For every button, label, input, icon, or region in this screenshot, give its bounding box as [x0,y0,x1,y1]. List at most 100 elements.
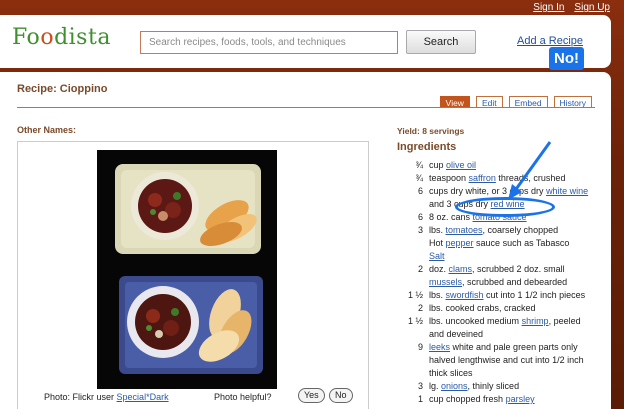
ingredient-text-part: cup [429,160,447,170]
ingredient-link[interactable]: olive oil [446,160,476,170]
ingredient-text: cup chopped fresh parsley [429,393,607,406]
ingredient-link[interactable]: parsley [506,394,535,404]
ingredient-text: lg. onions, thinly sliced [429,380,607,393]
annotation-arrow [508,141,552,200]
ingredient-text-part: doz. [429,264,449,274]
foodista-logo[interactable]: Foodista [12,25,111,50]
ingredient-text: lbs. tomatoes, coarsely chopped [429,224,607,237]
ingredient-text-part: lbs. [429,225,446,235]
ingredient-row: 1 ½ lbs. swordfish cut into 1 1/2 inch pi… [397,289,607,302]
ingredient-row: Hot pepper sauce such as Tabasco [397,237,607,250]
ingredient-row: halved lengthwise and cut into 1/2 inch [397,354,607,367]
ingredient-text: Salt [429,250,607,263]
search-input[interactable] [140,31,398,54]
ingredient-link[interactable]: clams [449,264,473,274]
photo-credit-user-link[interactable]: Special*Dark [117,392,169,402]
top-links: Sign In Sign Up [533,2,610,13]
ingredient-row: Salt [397,250,607,263]
ingredient-quantity: 3 [417,381,423,391]
photo-box: Photo: Flickr user Special*Dark Photo he… [17,141,369,409]
ingredient-text-part: teaspoon [429,173,469,183]
ingredient-text-part: 8 oz. cans [429,212,473,222]
ingredient-link[interactable]: leeks [429,342,450,352]
ingredient-text-part: , coarsely chopped [482,225,559,235]
ingredient-text-part: lbs. cooked crabs, cracked [429,303,536,313]
site-header: Foodista Search Add a Recipe [0,15,611,68]
ingredient-quantity [397,354,429,367]
ingredient-link[interactable]: saffron [469,173,496,183]
ingredient-text-part: , thinly sliced [467,381,520,391]
ingredient-quantity: 9 [417,342,423,352]
ingredient-row: 1 cup chopped fresh parsley [397,393,607,406]
ingredient-text: and deveined [429,328,607,341]
ingredient-row: 1 ½ lbs. uncooked medium shrimp, peeled [397,315,607,328]
ingredient-text: lbs. cooked crabs, cracked [429,302,607,315]
ingredient-row: thick slices [397,367,607,380]
ingredient-row: 2 doz. clams, scrubbed 2 doz. small [397,263,607,276]
ingredient-text-part: sauce such as Tabasco [473,238,570,248]
ingredient-link[interactable]: shrimp [522,316,549,326]
ingredient-quantity: ¾ [415,160,423,170]
ingredient-quantity: 1 ½ [407,316,423,326]
ingredient-link[interactable]: tomatoes [446,225,483,235]
ingredient-quantity [397,328,429,341]
photo-helpful-no-button[interactable]: No [329,388,353,403]
ingredient-quantity: 1 [417,394,423,404]
ingredient-text: doz. clams, scrubbed 2 doz. small [429,263,607,276]
recipe-content: Recipe: Cioppino View Edit Embed History… [0,72,611,409]
ingredient-row: 3 lg. onions, thinly sliced [397,380,607,393]
add-recipe-link[interactable]: Add a Recipe [517,35,583,47]
ingredient-link[interactable]: swordfish [446,290,484,300]
ingredient-quantity [397,250,429,263]
ingredient-link[interactable]: mussels [429,277,462,287]
ingredient-text: halved lengthwise and cut into 1/2 inch [429,354,607,367]
ingredient-text: lbs. uncooked medium shrimp, peeled [429,315,607,328]
ingredient-row: mussels, scrubbed and debearded [397,276,607,289]
ingredient-quantity [397,367,429,380]
ingredient-quantity: 1 ½ [407,290,423,300]
ingredient-quantity [397,198,429,211]
ingredients-heading: Ingredients [397,141,457,153]
cioppino-photo-illustration [97,150,277,389]
photo-helpful-label: Photo helpful? [214,392,272,402]
ingredient-text: Hot pepper sauce such as Tabasco [429,237,607,250]
title-divider [17,107,595,108]
ingredient-quantity: 3 [417,225,423,235]
sign-in-link[interactable]: Sign In [533,2,564,13]
ingredient-text-part: , scrubbed 2 doz. small [472,264,565,274]
ingredient-text-part: , scrubbed and debearded [462,277,568,287]
ingredient-text-part: white and pale green parts only [450,342,578,352]
ingredient-link[interactable]: Salt [429,251,445,261]
page-title: Recipe: Cioppino [17,83,108,95]
other-names-label: Other Names: [17,125,77,135]
recipe-photo[interactable] [97,150,277,389]
ingredient-text-part: Hot [429,238,446,248]
search-button[interactable]: Search [406,30,476,54]
ingredient-text-part: halved lengthwise and cut into 1/2 inch [429,355,584,365]
ingredient-row: 9 leeks white and pale green parts only [397,341,607,354]
sign-up-link[interactable]: Sign Up [574,2,610,13]
ingredient-row: and deveined [397,328,607,341]
ingredient-text: lbs. swordfish cut into 1 1/2 inch piece… [429,289,607,302]
photo-helpful-yes-button[interactable]: Yes [298,388,325,403]
ingredient-row: 2 lbs. cooked crabs, cracked [397,302,607,315]
ingredient-link[interactable]: pepper [446,238,474,248]
ingredient-quantity: 2 [417,303,423,313]
ingredient-link[interactable]: onions [441,381,468,391]
ingredient-text-part: cut into 1 1/2 inch pieces [483,290,586,300]
ingredient-quantity: 2 [417,264,423,274]
ingredient-quantity: ¾ [415,173,423,183]
ingredient-text-part: and deveined [429,329,484,339]
yield-label: Yield: 8 servings [397,126,465,136]
ingredient-text-part: lg. [429,381,442,391]
ingredient-text-part: lbs. [429,290,446,300]
annotation-highlight-ellipse [455,197,555,217]
ingredient-quantity [397,237,429,250]
ingredient-quantity: 6 [417,186,423,196]
ingredient-text: mussels, scrubbed and debearded [429,276,607,289]
ingredient-text: thick slices [429,367,607,380]
ingredient-text-part: cup chopped fresh [429,394,506,404]
ingredient-text-part: thick slices [429,368,473,378]
ingredient-row: 3 lbs. tomatoes, coarsely chopped [397,224,607,237]
ingredient-text: leeks white and pale green parts only [429,341,607,354]
